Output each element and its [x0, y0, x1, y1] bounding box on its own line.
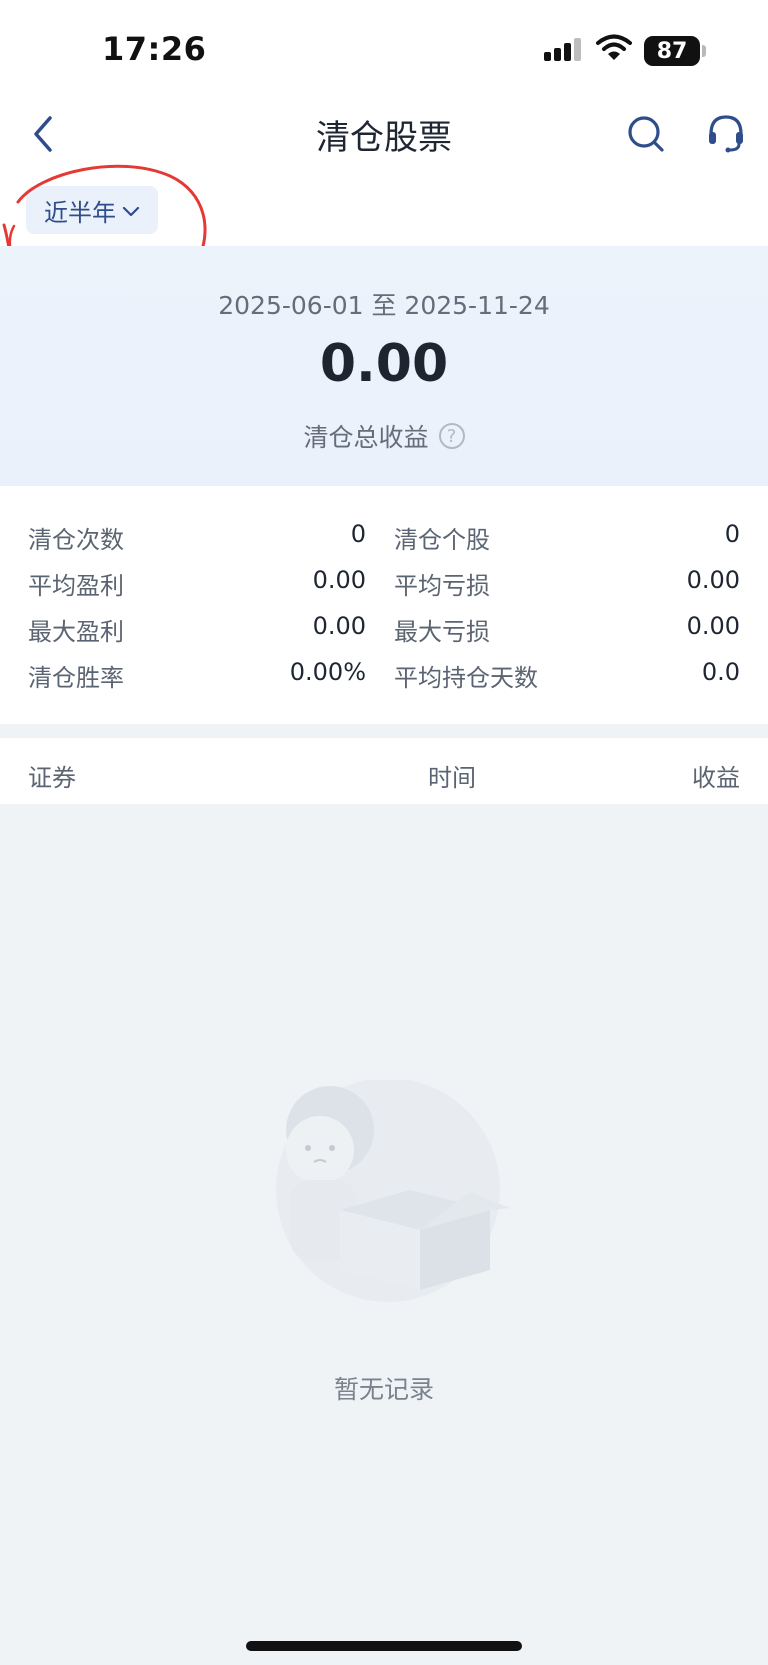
- stat-value: 0.0: [701, 658, 740, 686]
- stat-value: 0: [350, 520, 366, 548]
- stat-value: 0.00%: [289, 658, 366, 686]
- search-icon[interactable]: [626, 114, 666, 158]
- table-header: [0, 738, 768, 804]
- stat-value: 0.00: [686, 566, 740, 594]
- home-indicator[interactable]: [246, 1641, 522, 1651]
- stat-label: 清仓次数: [28, 526, 124, 554]
- stat-label: 平均亏损: [394, 572, 490, 600]
- stat-value: 0: [724, 520, 740, 548]
- stat-label: 最大亏损: [394, 618, 490, 646]
- stat-value: 0.00: [312, 566, 366, 594]
- battery-icon: 87: [644, 36, 700, 66]
- total-profit-label-row: 清仓总收益 ?: [0, 418, 768, 454]
- empty-state-text: 暂无记录: [333, 1375, 434, 1404]
- stat-label: 平均持仓天数: [394, 664, 538, 692]
- column-header-profit[interactable]: 收益: [692, 758, 740, 793]
- headset-service-icon[interactable]: [706, 112, 746, 158]
- battery-level: 87: [656, 38, 688, 64]
- battery-cap: [702, 45, 706, 57]
- total-profit-label: 清仓总收益: [303, 423, 429, 452]
- total-profit-value: 0.00: [319, 334, 449, 394]
- wifi-icon: [596, 34, 632, 66]
- date-range: 2025-06-01 至 2025-11-24: [218, 291, 550, 320]
- stat-label: 清仓胜率: [28, 664, 124, 692]
- stat-label: 清仓个股: [394, 526, 490, 554]
- stats-grid: 清仓次数 0 清仓个股 0 平均盈利 0.00 平均亏损 0.00 最大盈利 0…: [0, 486, 768, 724]
- signal-icon: [544, 38, 584, 68]
- stat-value: 0.00: [686, 612, 740, 640]
- status-time: 17:26: [102, 30, 207, 68]
- column-header-security[interactable]: 证券: [28, 758, 76, 793]
- stat-value: 0.00: [312, 612, 366, 640]
- stat-label: 平均盈利: [28, 572, 124, 600]
- column-header-time[interactable]: 时间: [428, 758, 476, 793]
- help-icon[interactable]: ?: [438, 423, 465, 449]
- empty-state-illustration: [260, 1078, 510, 1314]
- stat-label: 最大盈利: [28, 618, 124, 646]
